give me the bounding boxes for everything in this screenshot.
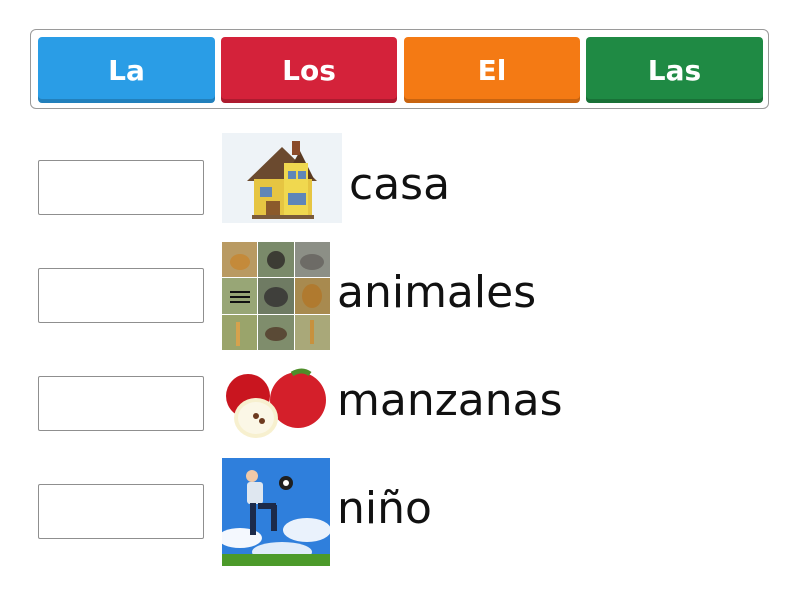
drop-slot-4[interactable] [38,484,204,539]
article-chip-la[interactable]: La [38,37,215,103]
word-bank: La Los El Las [30,29,769,109]
drop-slot-2[interactable] [38,268,204,323]
drop-slot-1[interactable] [38,160,204,215]
noun-word: casa [349,159,451,210]
article-chip-las[interactable]: Las [586,37,763,103]
noun-word: manzanas [337,375,563,426]
article-chip-el[interactable]: El [404,37,580,103]
animals-collage-icon [222,242,330,350]
apples-icon [222,366,330,441]
boy-soccer-icon [222,458,330,566]
drop-slot-3[interactable] [38,376,204,431]
noun-word: animales [337,267,537,318]
article-chip-los[interactable]: Los [221,37,397,103]
house-icon [222,133,342,223]
noun-word: niño [337,483,432,534]
